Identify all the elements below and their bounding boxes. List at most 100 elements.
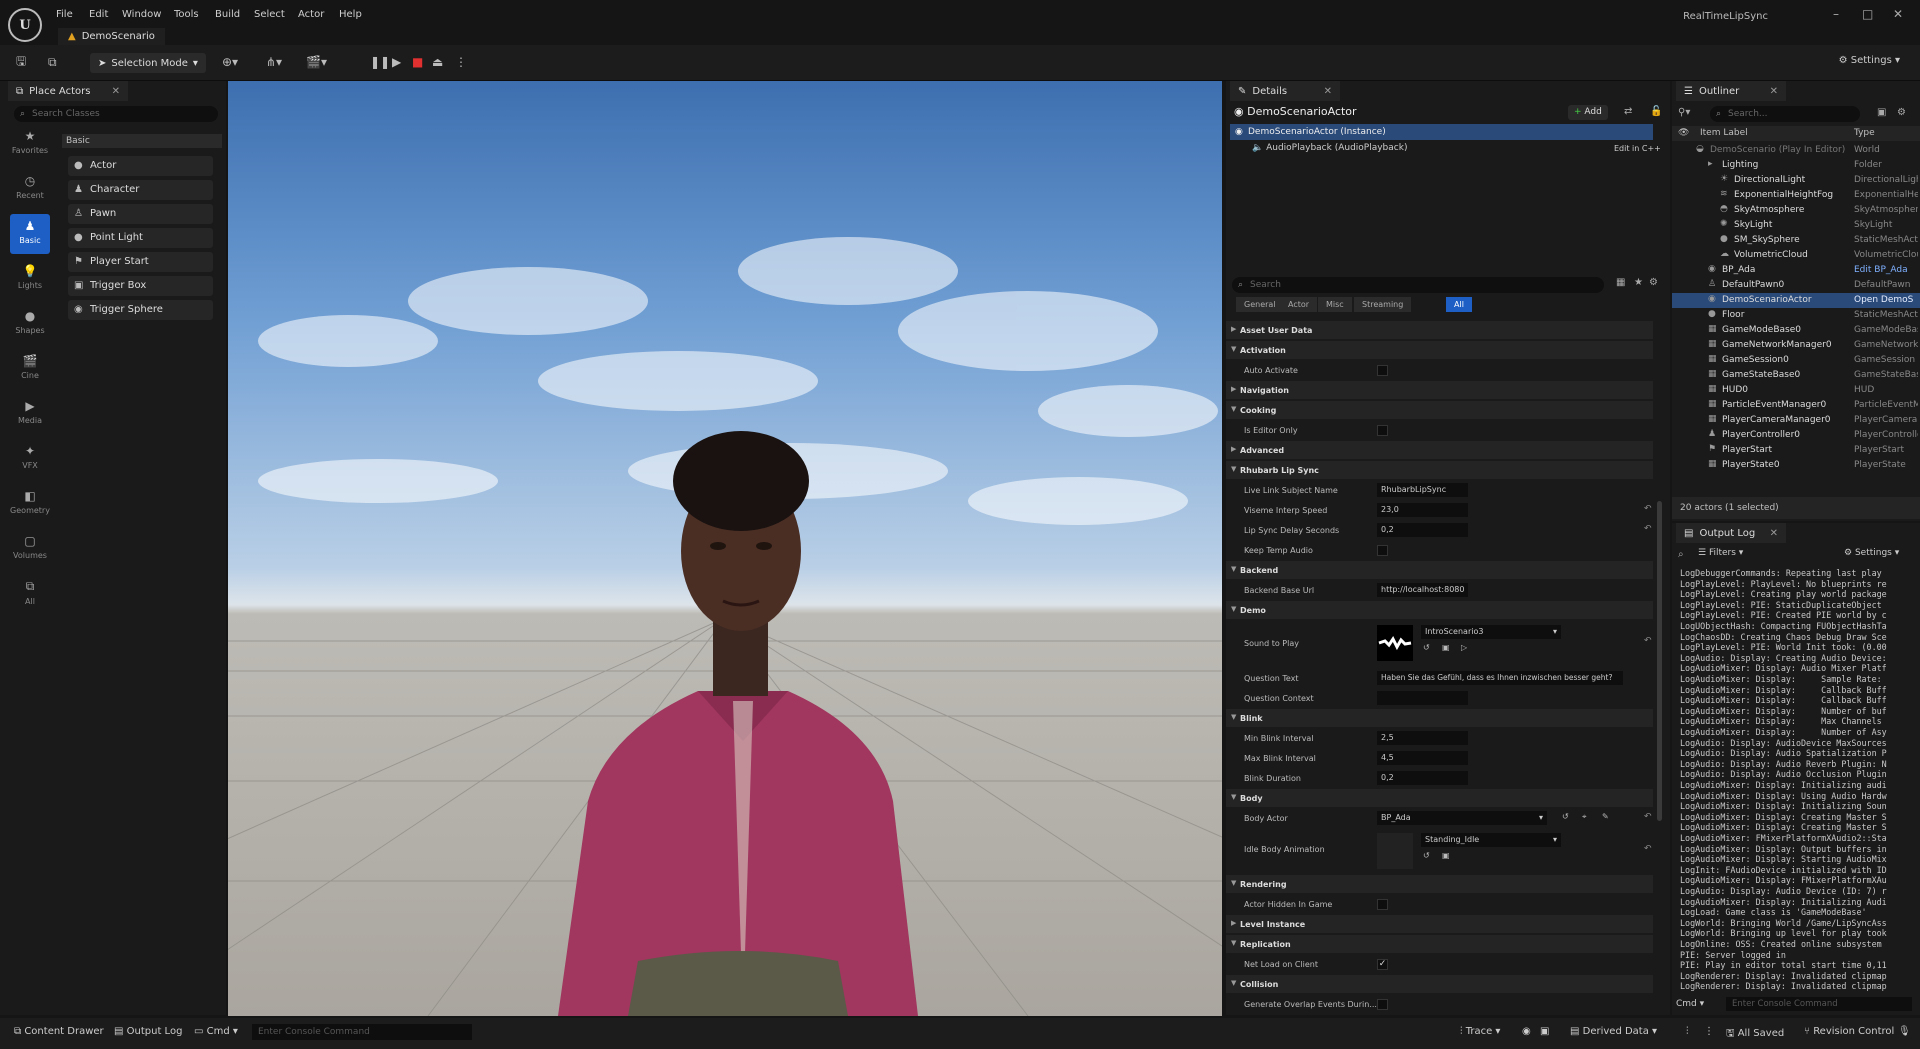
- select-actor-icon[interactable]: ⌖: [1582, 812, 1587, 822]
- add-folder-icon[interactable]: ▣: [1877, 107, 1886, 118]
- close-icon[interactable]: ✕: [1770, 528, 1778, 539]
- outliner-row[interactable]: ◉ BP_Ada Edit BP_Ada: [1672, 263, 1920, 278]
- section-cooking[interactable]: ▼ Cooking: [1226, 401, 1653, 419]
- menu-build[interactable]: Build: [215, 9, 240, 20]
- search-classes-input[interactable]: ⌕ Search Classes: [14, 106, 218, 122]
- derived-data-button[interactable]: ▤ Derived Data ▾: [1570, 1026, 1657, 1037]
- blueprint-convert-icon[interactable]: ⇄: [1624, 106, 1632, 117]
- outliner-row[interactable]: ◉ DemoScenarioActor Open DemoS: [1672, 293, 1920, 308]
- outliner-row[interactable]: ▦ GameStateBase0 GameStateBase: [1672, 368, 1920, 383]
- log-console-input[interactable]: Enter Console Command: [1726, 997, 1912, 1011]
- microphone-icon[interactable]: 🎙: [1898, 1026, 1911, 1037]
- category-shapes[interactable]: ● Shapes: [10, 304, 50, 344]
- min-blink-input[interactable]: 2,5: [1377, 731, 1468, 745]
- output-log-button[interactable]: ▤ Output Log: [114, 1026, 182, 1037]
- step-icon[interactable]: ▶: [392, 52, 401, 72]
- gen-overlap-checkbox[interactable]: [1377, 999, 1388, 1010]
- gear-icon[interactable]: ⚙: [1649, 277, 1658, 288]
- eye-icon[interactable]: 👁: [1678, 128, 1689, 138]
- filter-tab-actor[interactable]: Actor: [1280, 297, 1318, 312]
- backend-url-input[interactable]: http://localhost:8080: [1377, 583, 1468, 597]
- section-replication[interactable]: ▼ Replication: [1226, 935, 1653, 953]
- menu-select[interactable]: Select: [254, 9, 285, 20]
- play-icon[interactable]: ▷: [1461, 643, 1467, 652]
- outliner-row[interactable]: ✺ SkyLight SkyLight: [1672, 218, 1920, 233]
- blueprint-icon[interactable]: ⋔▾: [266, 52, 282, 72]
- blink-duration-input[interactable]: 0,2: [1377, 771, 1468, 785]
- keep-temp-audio-checkbox[interactable]: [1377, 545, 1388, 556]
- menu-edit[interactable]: Edit: [89, 9, 108, 20]
- filter-icon[interactable]: ⚲▾: [1678, 107, 1690, 118]
- source-control-icon[interactable]: ⫶: [1686, 1026, 1689, 1037]
- cmd-dropdown[interactable]: ▭ Cmd ▾: [194, 1026, 238, 1037]
- details-scrollbar[interactable]: [1657, 501, 1662, 821]
- pause-icon[interactable]: ❚❚: [370, 52, 390, 72]
- add-content-icon[interactable]: ⊕▾: [222, 52, 238, 72]
- lip-sync-delay-input[interactable]: 0,2: [1377, 523, 1468, 537]
- category-vfx[interactable]: ✦ VFX: [10, 439, 50, 479]
- outliner-row[interactable]: ▦ PlayerState0 PlayerState: [1672, 458, 1920, 473]
- section-rhubarb-lip-sync[interactable]: ▼ Rhubarb Lip Sync: [1226, 461, 1653, 479]
- category-volumes[interactable]: ▢ Volumes: [10, 529, 50, 569]
- menu-help[interactable]: Help: [339, 9, 362, 20]
- outliner-row[interactable]: ≋ ExponentialHeightFog ExponentialHeightFo…: [1672, 188, 1920, 203]
- reset-icon[interactable]: ↶: [1644, 524, 1652, 534]
- level-tab[interactable]: ▲ DemoScenario: [58, 28, 165, 45]
- outliner-row-type[interactable]: Open DemoS: [1854, 295, 1918, 305]
- camera-icon[interactable]: ▣: [1540, 1026, 1549, 1037]
- revision-control-button[interactable]: ⑂ Revision Control: [1804, 1026, 1894, 1037]
- category-recent[interactable]: ◷ Recent: [10, 169, 50, 209]
- section-collision[interactable]: ▼ Collision: [1226, 975, 1653, 993]
- reset-icon[interactable]: ↶: [1644, 504, 1652, 514]
- category-media[interactable]: ▶ Media: [10, 394, 50, 434]
- filter-tab-misc[interactable]: Misc: [1318, 297, 1352, 312]
- sound-dropdown[interactable]: IntroScenario3 ▾: [1421, 625, 1561, 639]
- save-icon[interactable]: 🖫: [16, 52, 26, 72]
- category-basic[interactable]: ♟ Basic: [10, 214, 50, 254]
- actor-item-point-light[interactable]: ● Point Light: [68, 228, 213, 248]
- live-link-subject-input[interactable]: RhubarbLipSync: [1377, 483, 1468, 497]
- auto-activate-checkbox[interactable]: [1377, 365, 1388, 376]
- category-all[interactable]: ⧉ All: [10, 574, 50, 614]
- menu-tools[interactable]: Tools: [174, 9, 199, 20]
- filters-dropdown[interactable]: ☰ Filters ▾: [1698, 548, 1743, 558]
- menu-file[interactable]: File: [56, 9, 73, 20]
- output-log-tab[interactable]: ▤ Output Log ✕: [1676, 523, 1786, 543]
- lock-icon[interactable]: 🔓: [1650, 106, 1662, 117]
- instance-row[interactable]: ◉ DemoScenarioActor (Instance): [1230, 124, 1653, 140]
- content-drawer-button[interactable]: ⧉ Content Drawer: [14, 1026, 104, 1037]
- table-view-icon[interactable]: ▦: [1616, 277, 1625, 288]
- outliner-tab[interactable]: ☰ Outliner ✕: [1676, 81, 1786, 101]
- outliner-row[interactable]: ◓ SkyAtmosphere SkyAtmosphere: [1672, 203, 1920, 218]
- outliner-row[interactable]: ♟ PlayerController0 PlayerController: [1672, 428, 1920, 443]
- category-cine[interactable]: 🎬 Cine: [10, 349, 50, 389]
- gear-icon[interactable]: ⚙: [1897, 107, 1906, 118]
- level-viewport[interactable]: [228, 81, 1222, 1016]
- details-tab[interactable]: ✎ Details ✕: [1230, 81, 1340, 101]
- category-favorites[interactable]: ★ Favorites: [10, 124, 50, 164]
- close-icon[interactable]: ✕: [1324, 86, 1332, 97]
- more-options-icon[interactable]: ⋮: [455, 52, 467, 72]
- outliner-row[interactable]: ▸ Lighting Folder: [1672, 158, 1920, 173]
- category-geometry[interactable]: ◧ Geometry: [10, 484, 50, 524]
- section-asset-user-data[interactable]: ▶ Asset User Data: [1226, 321, 1653, 339]
- column-item-label[interactable]: Item Label: [1700, 128, 1748, 138]
- log-settings-button[interactable]: ⚙ Settings ▾: [1844, 548, 1899, 558]
- menu-window[interactable]: Window: [122, 9, 161, 20]
- section-navigation[interactable]: ▶ Navigation: [1226, 381, 1653, 399]
- section-body[interactable]: ▼ Body: [1226, 789, 1653, 807]
- idle-animation-dropdown[interactable]: Standing_Idle ▾: [1421, 833, 1561, 847]
- menu-actor[interactable]: Actor: [298, 9, 324, 20]
- reset-icon[interactable]: ↶: [1644, 844, 1652, 854]
- record-icon[interactable]: ◉: [1522, 1026, 1531, 1037]
- eyedropper-icon[interactable]: ✎: [1602, 812, 1609, 821]
- reset-icon[interactable]: ↶: [1644, 636, 1652, 646]
- filter-tab-general[interactable]: General: [1236, 297, 1284, 312]
- console-input[interactable]: Enter Console Command: [252, 1024, 472, 1040]
- component-row[interactable]: 🔈 AudioPlayback (AudioPlayback): [1252, 143, 1407, 153]
- actor-item-character[interactable]: ♟ Character: [68, 180, 213, 200]
- question-text-input[interactable]: Haben Sie das Gefühl, dass es Ihnen inzw…: [1377, 671, 1623, 685]
- body-actor-dropdown[interactable]: BP_Ada ▾: [1377, 811, 1547, 825]
- outliner-row[interactable]: ◒ DemoScenario (Play In Editor) World: [1672, 143, 1920, 158]
- browse-arrow-icon[interactable]: ↺: [1562, 812, 1569, 821]
